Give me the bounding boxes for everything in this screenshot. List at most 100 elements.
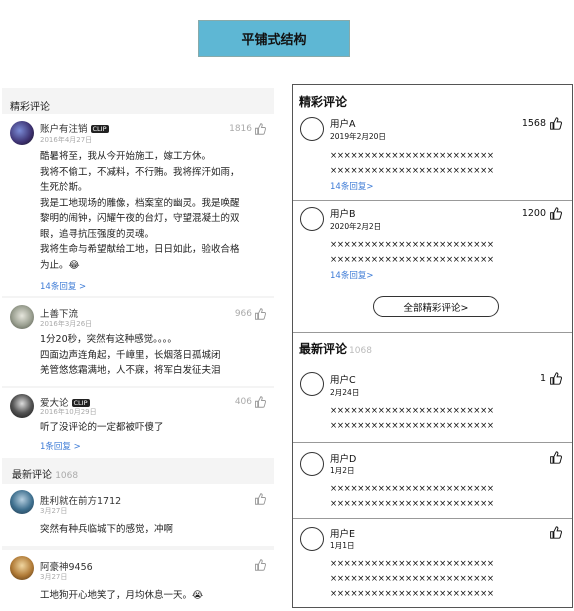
hot-comments-header: 精彩评论 (2, 98, 58, 113)
replies-link[interactable]: 14条回复> (330, 180, 373, 192)
comment-line: ×××××××××××××××××××××××× (330, 255, 494, 265)
comment-text: ×××××××××××××××××××××××× ××××××××××××××××… (330, 238, 566, 268)
comment-line: 羌管悠悠霜满地，人不寐，将军白发征夫泪 (40, 365, 221, 376)
app-screenshot-panel: 精彩评论 账户有注销 CLIP 2016年4月27日 1816 酷暑将至，我从今开… (2, 88, 274, 611)
comment-date: 2016年4月27日 (40, 136, 93, 144)
username-text[interactable]: 账户有注销 (40, 124, 88, 135)
comment-date: 1月2日 (330, 466, 355, 475)
like-button[interactable] (254, 559, 266, 571)
like-button[interactable] (254, 493, 266, 505)
divider (293, 332, 572, 333)
divider (293, 442, 572, 443)
avatar[interactable] (300, 452, 324, 476)
thumb-up-icon (255, 308, 266, 320)
comment-line: ×××××××××××××××××××××××× (330, 166, 494, 176)
username[interactable]: 上善下流 (40, 306, 78, 320)
avatar[interactable] (10, 305, 34, 329)
comment-item: 上善下流 2016年3月26日 966 1分20秒，突然有这种感觉。。。。 四面… (2, 298, 274, 386)
thumb-up-icon (550, 526, 562, 539)
avatar[interactable] (300, 527, 324, 551)
comment-line: 我将生命与希望献给工地，日日如此，验收合格 (40, 244, 240, 255)
replies-link[interactable]: 14条回复> (330, 269, 373, 281)
comment-line: 黎明的闹钟，闪耀午夜的台灯，守望混凝土的双 (40, 213, 240, 224)
like-button[interactable]: 406 (235, 396, 266, 408)
divider (293, 518, 572, 519)
page-title: 平铺式结构 (198, 20, 350, 57)
thumb-up-icon (255, 493, 266, 505)
username[interactable]: 用户D (330, 451, 356, 465)
like-button[interactable] (549, 526, 562, 539)
avatar[interactable] (300, 117, 324, 141)
like-button[interactable]: 1568 (522, 117, 562, 130)
like-count: 1816 (229, 124, 252, 134)
new-comments-count: 1068 (55, 471, 79, 481)
like-count: 1568 (521, 118, 546, 129)
like-button[interactable]: 1200 (522, 207, 562, 220)
comment-item: 账户有注销 CLIP 2016年4月27日 1816 酷暑将至，我从今开始施工，嫁… (2, 114, 274, 296)
replies-link[interactable]: 14条回复 > (40, 280, 86, 292)
comment-text: 1分20秒，突然有这种感觉。。。。 四面边声连角起，千嶂里，长烟落日孤城闭 羌管… (40, 332, 268, 379)
avatar[interactable] (300, 372, 324, 396)
wireframe-panel: 精彩评论 用户A 2019年2月20日 1568 ×××××××××××××××… (292, 84, 573, 608)
comment-text: ×××××××××××××××××××××××× ××××××××××××××××… (330, 149, 566, 179)
comment-item: 胜利就在前方1712 3月27日 突然有种兵临城下的感觉，冲啊 (2, 484, 274, 546)
comment-line: 四面边声连角起，千嶂里，长烟落日孤城闭 (40, 349, 221, 361)
thumb-up-icon (550, 451, 562, 464)
username[interactable]: 用户E (330, 526, 355, 540)
username[interactable]: 账户有注销 CLIP (40, 121, 109, 135)
comment-text: ×××××××××××××××××××××××× ××××××××××××××××… (330, 482, 566, 512)
comment-date: 3月27日 (40, 507, 68, 515)
like-button[interactable] (549, 451, 562, 464)
comment-line: ×××××××××××××××××××××××× (330, 151, 494, 161)
thumb-up-icon (255, 396, 266, 408)
comment-text: 听了没评论的一定都被吓傻了 (40, 420, 268, 436)
avatar[interactable] (10, 121, 34, 145)
like-button[interactable]: 966 (235, 308, 266, 320)
comment-date: 3月27日 (40, 573, 68, 581)
thumb-up-icon (550, 117, 562, 130)
avatar[interactable] (10, 556, 34, 580)
comment-line: 我将不偷工，不减料，不行贿。我将挥汗如雨， (40, 166, 240, 178)
username[interactable]: 用户A (330, 116, 356, 130)
all-hot-comments-button[interactable]: 全部精彩评论> (373, 296, 499, 317)
username[interactable]: 阿豪神9456 (40, 559, 93, 573)
comment-date: 2016年3月26日 (40, 320, 93, 328)
comment-line: 为止。😂 (40, 259, 80, 271)
new-comments-header: 最新评论 1068 (299, 340, 372, 357)
comment-line: ×××××××××××××××××××××××× (330, 574, 494, 584)
comment-line: 听了没评论的一定都被吓傻了 (40, 422, 164, 433)
avatar[interactable] (10, 490, 34, 514)
comment-line: ×××××××××××××××××××××××× (330, 406, 494, 416)
comment-line: 1分20秒，突然有这种感觉。。。。 (40, 334, 177, 345)
comment-text: 酷暑将至，我从今开始施工，嫁工方休。 我将不偷工，不减料，不行贿。我将挥汗如雨，… (40, 149, 268, 273)
like-button[interactable]: 1816 (229, 123, 266, 135)
comment-text: 突然有种兵临城下的感觉，冲啊 (40, 524, 174, 535)
comment-date: 2020年2月2日 (330, 222, 382, 231)
comment-date: 1月1日 (330, 541, 355, 550)
thumb-up-icon (255, 123, 266, 135)
new-comments-title: 最新评论 (299, 342, 348, 356)
username[interactable]: 用户B (330, 206, 356, 220)
hot-comments-header: 精彩评论 (299, 95, 348, 109)
comment-date: 2016年10月29日 (40, 408, 97, 416)
comment-line: ×××××××××××××××××××××××× (330, 559, 494, 569)
comment-line: 我是工地现场的雕像，档案室的幽灵。我是唤醒 (40, 197, 240, 209)
vip-badge: CLIP (71, 399, 90, 407)
like-count: 1200 (521, 208, 546, 219)
comment-date: 2月24日 (330, 388, 360, 397)
replies-link[interactable]: 1条回复 > (40, 440, 81, 452)
thumb-up-icon (255, 559, 266, 571)
comment-line: ×××××××××××××××××××××××× (330, 421, 494, 431)
comment-item: 爱大论 CLIP 2016年10月29日 406 听了没评论的一定都被吓傻了 1条… (2, 388, 274, 458)
avatar[interactable] (300, 207, 324, 231)
username[interactable]: 用户C (330, 372, 356, 386)
thumb-up-icon (550, 372, 562, 385)
comment-date: 2019年2月20日 (330, 132, 386, 141)
comment-line: 生死於斯。 (40, 182, 88, 193)
comment-line: ×××××××××××××××××××××××× (330, 499, 494, 509)
comment-line: ×××××××××××××××××××××××× (330, 240, 494, 250)
username[interactable]: 胜利就在前方1712 (40, 493, 121, 507)
like-count: 406 (234, 397, 252, 407)
like-button[interactable]: 1 (540, 372, 562, 385)
avatar[interactable] (10, 394, 34, 418)
